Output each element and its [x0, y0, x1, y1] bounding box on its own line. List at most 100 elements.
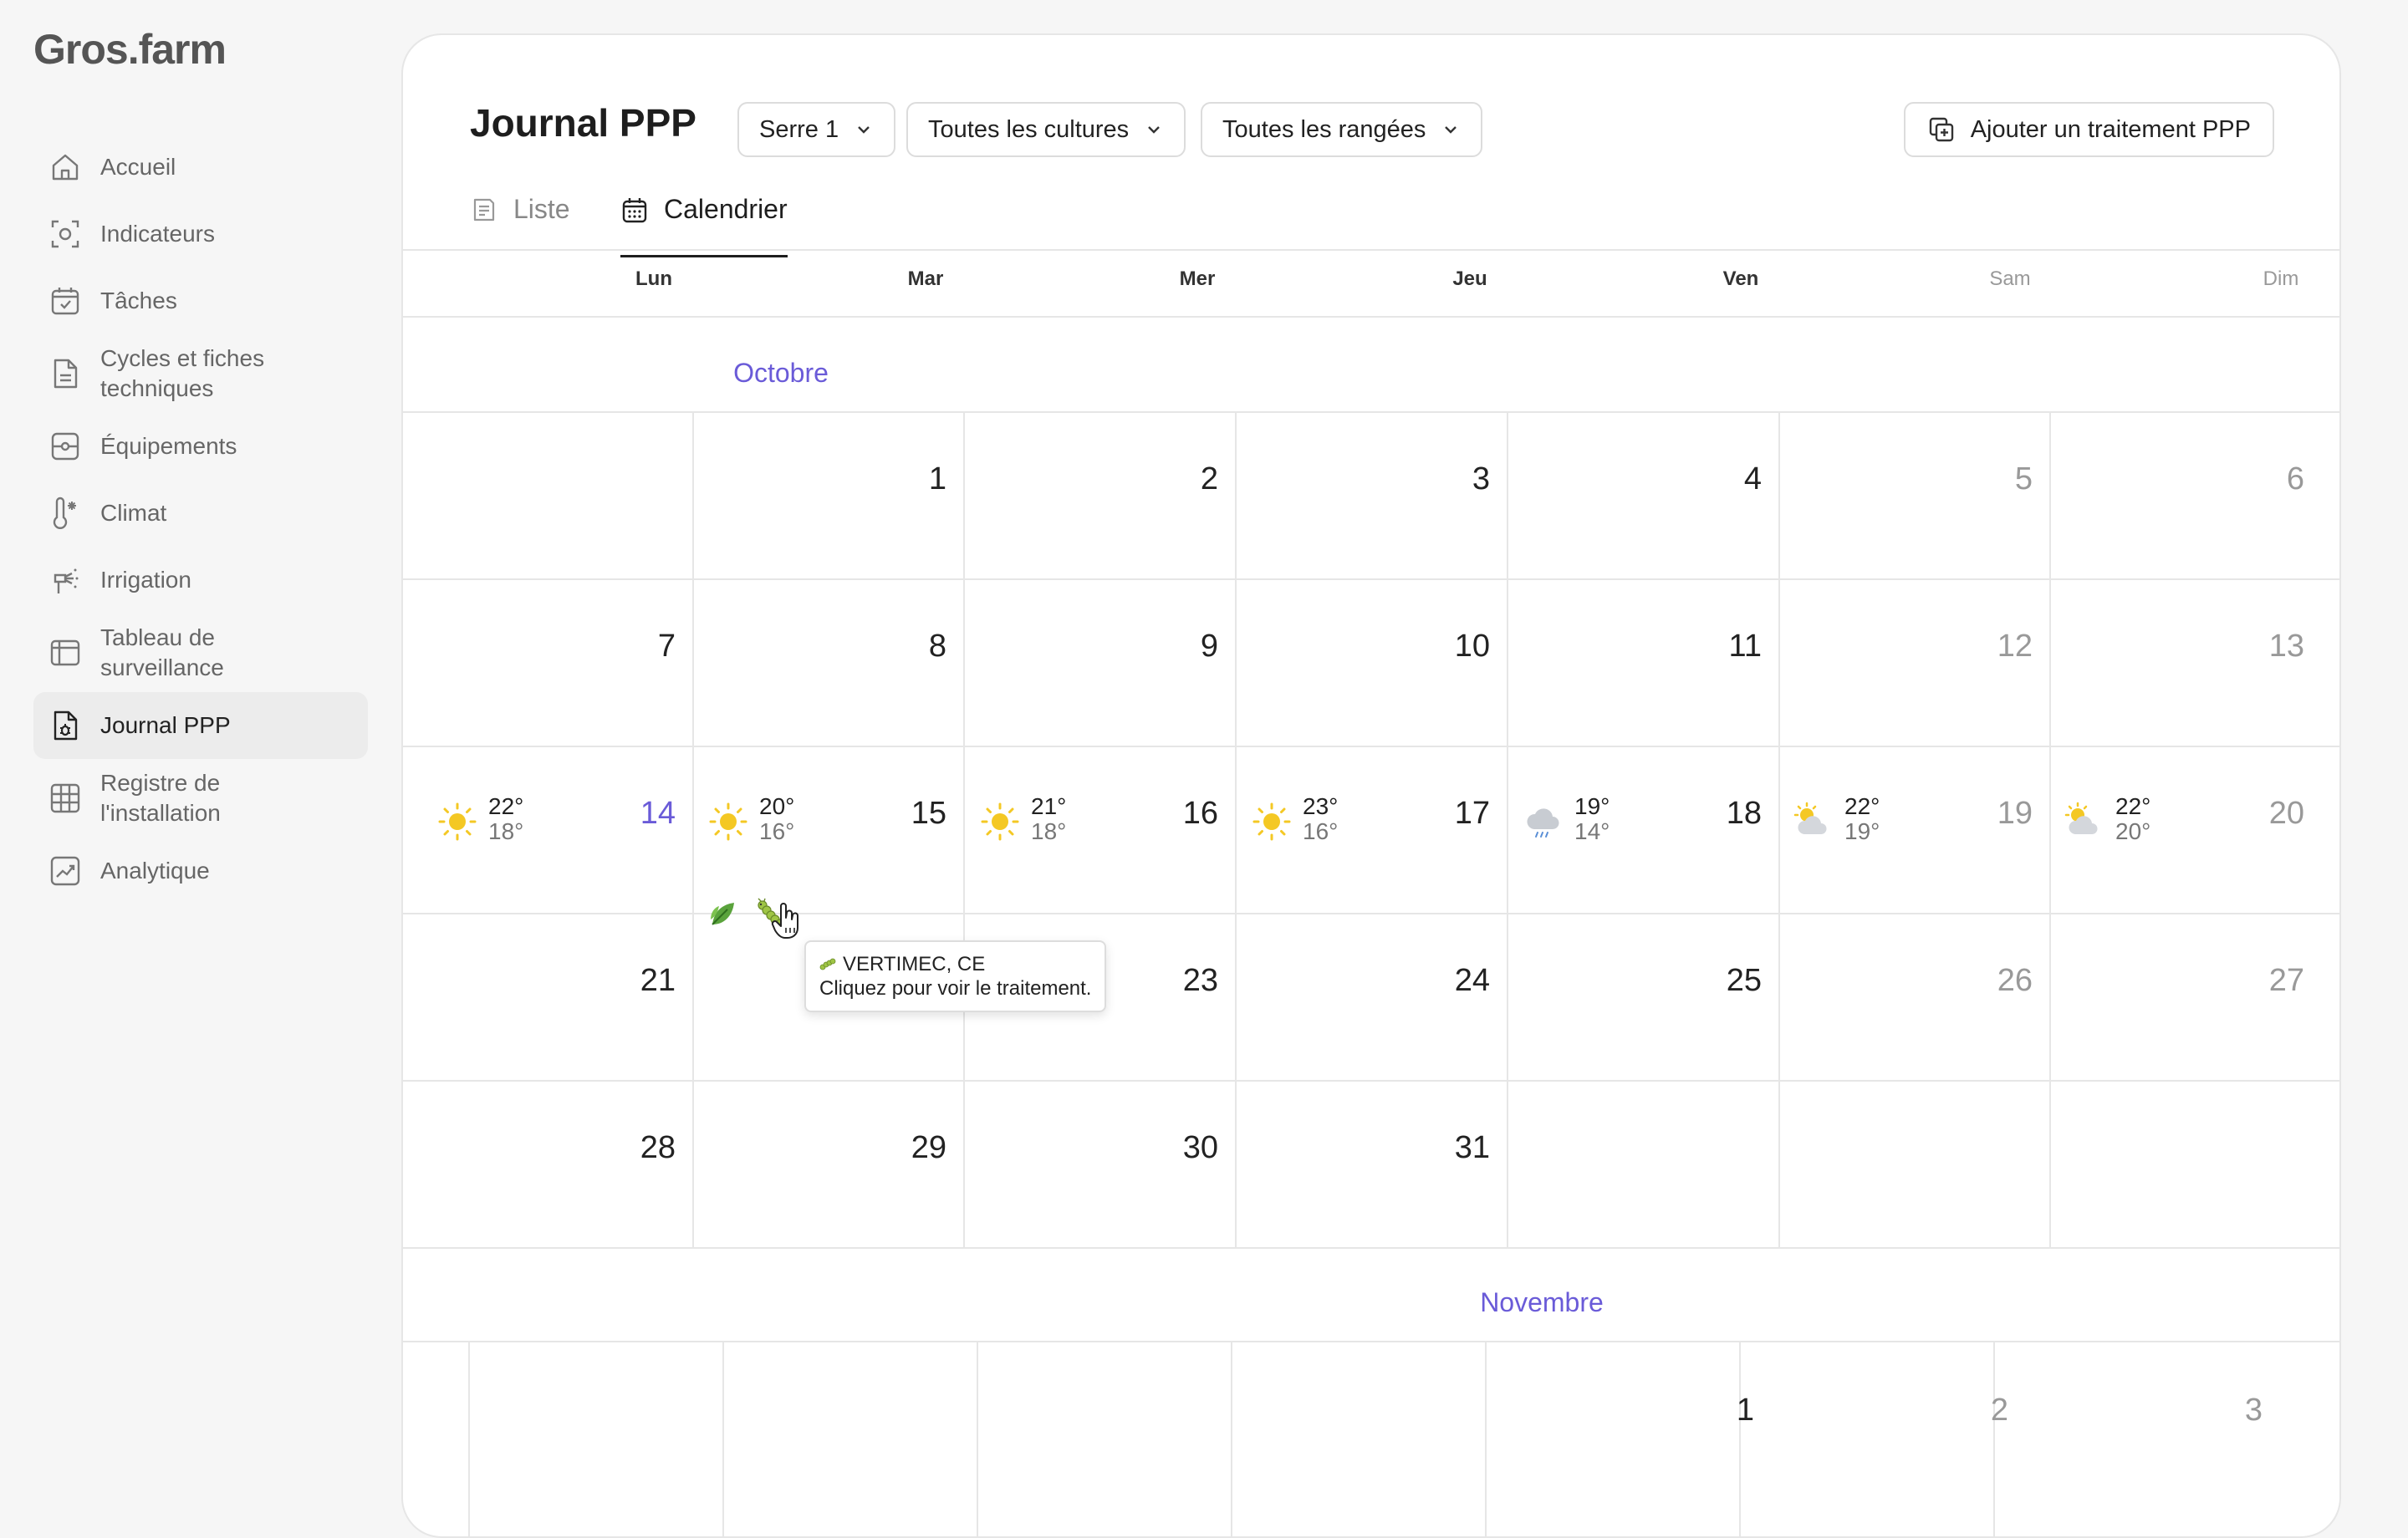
sidebar-item-label: Équipements [100, 433, 237, 459]
sidebar-item-label: Climat [100, 500, 167, 526]
day-number[interactable]: 9 [1176, 629, 1218, 665]
divider [1231, 1341, 1232, 1536]
weekday-label: Lun [635, 267, 672, 290]
day-number[interactable]: 18 [1720, 796, 1762, 832]
day-number[interactable]: 13 [2263, 629, 2304, 665]
day-number[interactable]: 17 [1448, 796, 1490, 832]
day-number[interactable]: 2 [1967, 1393, 2008, 1429]
sun-icon [981, 802, 1019, 841]
sidebar-item-climat[interactable]: Climat [33, 480, 368, 547]
day-number[interactable]: 10 [1448, 629, 1490, 665]
day-number[interactable]: 30 [1176, 1130, 1218, 1166]
tab-liste[interactable]: Liste [470, 194, 570, 257]
day-number[interactable]: 1 [905, 461, 946, 497]
add-treatment-button[interactable]: Ajouter un traitement PPP [1903, 102, 2274, 157]
temp-low: 19° [1844, 818, 1880, 844]
day-number[interactable]: 4 [1720, 461, 1762, 497]
divider [403, 249, 2339, 251]
day-number[interactable]: 20 [2263, 796, 2304, 832]
temperatures: 22° 20° [2115, 794, 2150, 844]
divider [1235, 411, 1237, 1247]
day-number[interactable]: 5 [1991, 461, 2033, 497]
divider [2049, 411, 2051, 1247]
sun-behind-cloud-icon [2064, 802, 2098, 834]
chevron-down-icon [1148, 126, 1161, 134]
leaf-icon[interactable] [706, 898, 739, 931]
tab-calendrier[interactable]: Calendrier [620, 194, 788, 257]
day-number[interactable]: 24 [1448, 963, 1490, 999]
day-number[interactable]: 3 [1448, 461, 1490, 497]
calendar-icon [622, 198, 647, 223]
divider [692, 411, 694, 1247]
temp-high: 22° [2115, 793, 2151, 819]
weather-forecast: 22° 19° [1793, 794, 1880, 844]
day-number[interactable]: 15 [905, 796, 946, 832]
weather-forecast: 19° 14° [1523, 794, 1610, 844]
sidebar-item-label: Registre de l'installation [100, 770, 221, 826]
day-number[interactable]: 16 [1176, 796, 1218, 832]
day-number[interactable]: 12 [1991, 629, 2033, 665]
grid-icon [48, 782, 82, 815]
weekday-label: Dim [2263, 267, 2299, 290]
day-number-today[interactable]: 14 [634, 796, 676, 832]
temp-low: 16° [759, 818, 795, 844]
day-number[interactable]: 21 [634, 963, 676, 999]
sidebar-nav: Accueil Indicateurs Tâches Cycles et fic… [33, 134, 368, 904]
day-number[interactable]: 31 [1448, 1130, 1490, 1166]
day-number[interactable]: 28 [634, 1130, 676, 1166]
chevron-down-icon [858, 126, 870, 134]
app-logo[interactable]: Gros.farm [33, 25, 227, 74]
day-number[interactable]: 6 [2263, 461, 2304, 497]
day-number[interactable]: 7 [634, 629, 676, 665]
weekday-label: Mer [1179, 267, 1216, 290]
day-number[interactable]: 23 [1176, 963, 1218, 999]
sidebar-item-cycles[interactable]: Cycles et fiches techniques [33, 334, 368, 413]
sidebar-item-irrigation[interactable]: Irrigation [33, 547, 368, 614]
tooltip-body: Cliquez pour voir le traitement. [819, 977, 1092, 1000]
divider [1485, 1341, 1487, 1536]
sidebar-item-indicateurs[interactable]: Indicateurs [33, 201, 368, 267]
day-number[interactable]: 26 [1991, 963, 2033, 999]
sidebar-item-journal-ppp[interactable]: Journal PPP [33, 692, 368, 759]
divider [722, 1341, 724, 1536]
temp-low: 20° [2115, 818, 2151, 844]
sidebar-item-equipements[interactable]: Équipements [33, 413, 368, 480]
sidebar-item-analytique[interactable]: Analytique [33, 838, 368, 904]
day-number[interactable]: 3 [2221, 1393, 2263, 1429]
divider [1778, 411, 1780, 1247]
temp-high: 23° [1303, 793, 1339, 819]
divider [403, 1247, 2339, 1249]
weather-forecast: 21° 18° [979, 794, 1066, 844]
sidebar-item-label: Analytique [100, 858, 210, 884]
indicators-icon [48, 217, 82, 251]
sidebar-item-tableau-surveillance[interactable]: Tableau de surveillance [33, 614, 368, 692]
day-number[interactable]: 8 [905, 629, 946, 665]
weather-forecast: 23° 16° [1251, 794, 1338, 844]
day-number[interactable]: 25 [1720, 963, 1762, 999]
temp-low: 14° [1574, 818, 1610, 844]
weekday-label: Mar [907, 267, 944, 290]
main-panel: Journal PPP Serre 1 Toutes les cultures … [401, 33, 2341, 1538]
caterpillar-icon [819, 958, 836, 970]
divider [468, 1341, 470, 1536]
day-number[interactable]: 1 [1712, 1393, 1754, 1429]
temp-low: 18° [488, 818, 524, 844]
day-number[interactable]: 2 [1176, 461, 1218, 497]
greenhouse-select[interactable]: Serre 1 [737, 102, 896, 157]
day-number[interactable]: 27 [2263, 963, 2304, 999]
temp-high: 20° [759, 793, 795, 819]
day-number[interactable]: 29 [905, 1130, 946, 1166]
divider [977, 1341, 978, 1536]
sidebar-item-registre[interactable]: Registre de l'installation [33, 759, 368, 838]
sidebar-item-accueil[interactable]: Accueil [33, 134, 368, 201]
day-number[interactable]: 11 [1720, 629, 1762, 665]
divider [1507, 411, 1508, 1247]
list-note-icon [473, 198, 495, 222]
crop-select[interactable]: Toutes les cultures [906, 102, 1186, 157]
sidebar-item-taches[interactable]: Tâches [33, 267, 368, 334]
rain-cloud-icon [1527, 808, 1559, 838]
day-number[interactable]: 19 [1991, 796, 2033, 832]
grid-table-icon [48, 636, 82, 670]
sun-icon [1252, 802, 1291, 841]
row-select[interactable]: Toutes les rangées [1201, 102, 1483, 157]
